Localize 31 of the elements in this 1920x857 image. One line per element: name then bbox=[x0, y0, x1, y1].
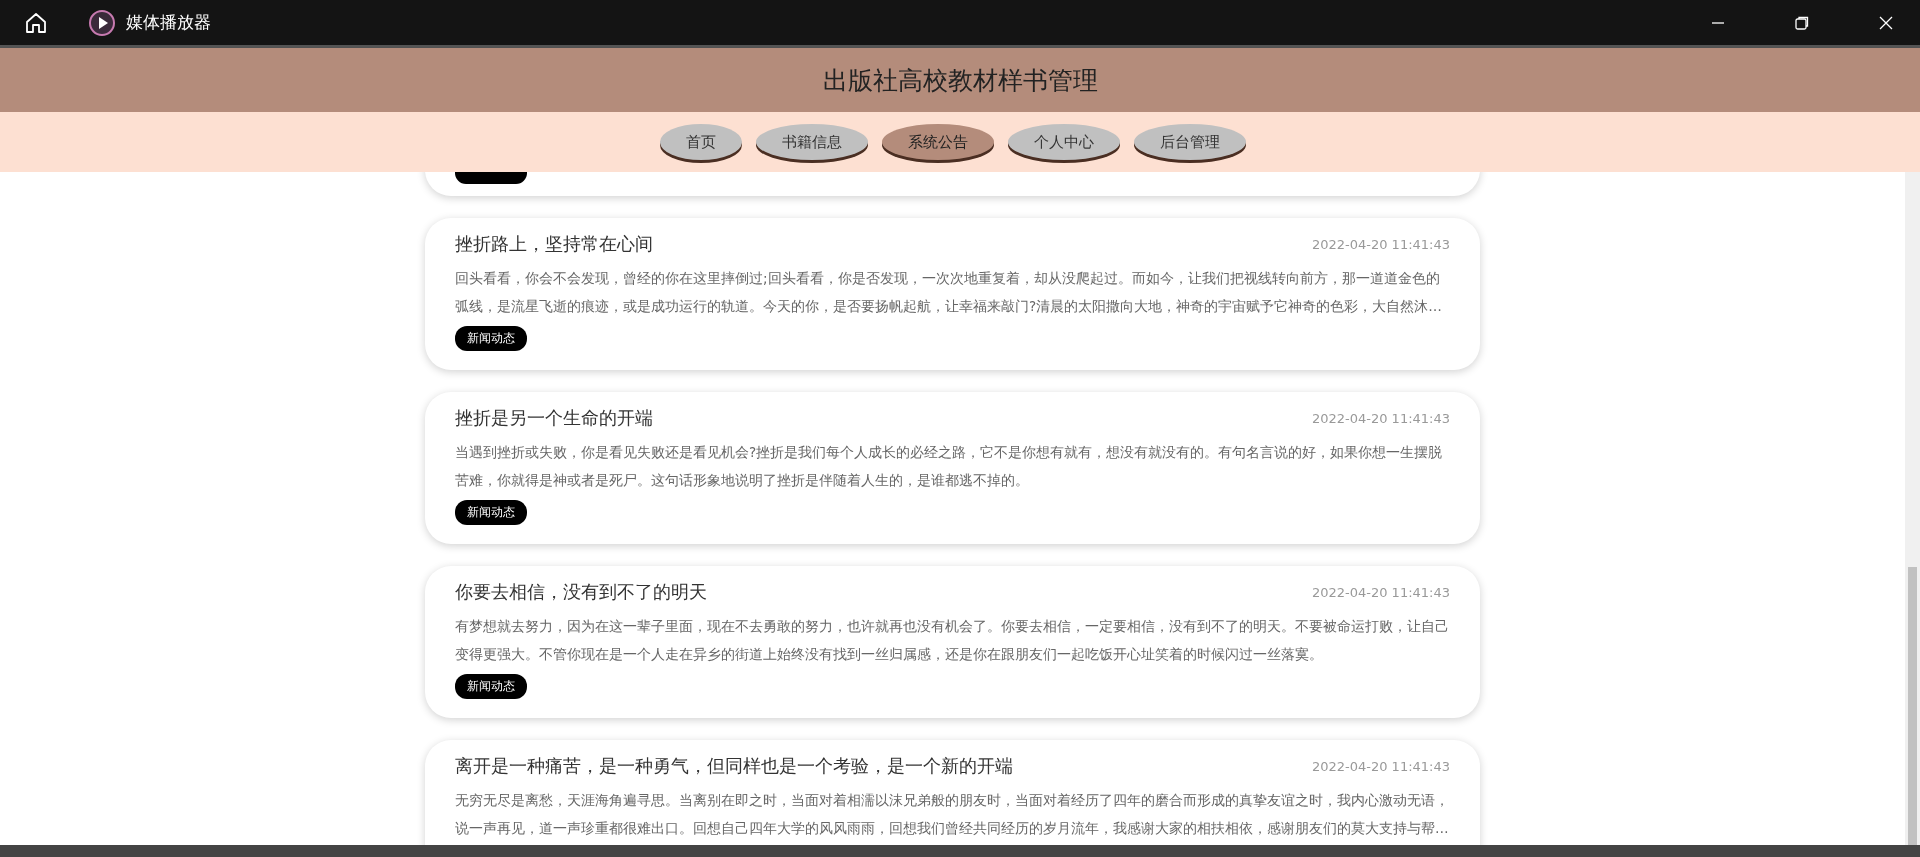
close-icon[interactable] bbox=[1878, 14, 1894, 31]
notice-card[interactable]: 挫折路上，坚持常在心间 2022-04-20 11:41:43 回头看看，你会不会发现，曾经的你在这里摔倒过;回头看看，你是否发现，一次次地重复着，却从没爬起过。而如今，让我们把视线转向前方，那一道道金色的弧线，是流星飞逝的痕迹，或是成功运行的轨道。今天的你，是否要扬帆起航，让幸福来敲门?清晨的太阳撒向大地，神奇的宇宙赋予它神奇的色彩，大自然沐… 新闻动态 bbox=[425, 218, 1480, 370]
notice-title: 离开是一种痛苦，是一种勇气，但同样也是一个考验，是一个新的开端 bbox=[455, 754, 1013, 778]
nav-tab[interactable]: 个人中心 bbox=[1008, 124, 1120, 160]
notice-title: 你要去相信，没有到不了的明天 bbox=[455, 580, 707, 604]
home-icon[interactable] bbox=[24, 10, 48, 35]
site-title: 出版社高校教材样书管理 bbox=[822, 64, 1098, 97]
window-title: 媒体播放器 bbox=[126, 11, 211, 34]
category-tag: 新闻动态 bbox=[455, 326, 527, 351]
nav-tab[interactable]: 后台管理 bbox=[1134, 124, 1246, 160]
notice-title: 挫折路上，坚持常在心间 bbox=[455, 232, 653, 256]
notice-excerpt: 有梦想就去努力，因为在这一辈子里面，现在不去勇敢的努力，也许就再也没有机会了。你要去相信，一定要相信，没有到不了的明天。不要被命运打败，让自己变得更强大。不管你现在是一个人走在异乡的街道上始终没有找到一丝归属感，还是你在跟朋友们一起吃饭开心址笑着的时候闪过一丝落寞。 bbox=[455, 617, 1450, 664]
notice-date: 2022-04-20 11:41:43 bbox=[1311, 584, 1450, 600]
notice-excerpt: 回头看看，你会不会发现，曾经的你在这里摔倒过;回头看看，你是否发现，一次次地重复着，却从没爬起过。而如今，让我们把视线转向前方，那一道道金色的弧线，是流星飞逝的痕迹，或是成功运行的轨道。今天的你，是否要扬帆起航，让幸福来敲门?清晨的太阳撒向大地，神奇的宇宙赋予它神奇的色彩，大自然沐… bbox=[455, 269, 1443, 316]
notice-date: 2022-04-20 11:41:43 bbox=[1311, 410, 1450, 426]
category-tag: 新闻动态 bbox=[455, 500, 527, 525]
category-tag: 新闻动态 bbox=[455, 674, 527, 699]
scrollbar[interactable] bbox=[1905, 172, 1920, 845]
play-icon bbox=[88, 8, 116, 37]
notice-excerpt: 无穷无尽是离愁，天涯海角遍寻思。当离别在即之时，当面对着相濡以沫兄弟般的朋友时，当面对着经历了四年的磨合而形成的真挚友谊之时，我内心激动无语，说一声再见，道一声珍重都很难出口。回想自己四年大学的风风雨雨，回想我们曾经共同经历的岁月流年，我感谢大家的相扶相依，感谢朋友们的莫大支持与帮… bbox=[455, 791, 1450, 838]
nav-tab[interactable]: 首页 bbox=[660, 124, 742, 160]
notice-card[interactable]: 离开是一种痛苦，是一种勇气，但同样也是一个考验，是一个新的开端 2022-04-20 11:41:43 无穷无尽是离愁，天涯海角遍寻思。当离别在即之时，当面对着相濡以沫兄弟般的朋友时，当面对着经历了四年的磨合而形成的真挚友谊之时，我内心激动无语，说一声再见，道一声珍重都很难出口。回想自己四年大学的风风雨雨，回想我们曾经共同经历的岁月流年，我感谢大家的相扶相依，感谢朋友们的莫大支持与帮… bbox=[425, 740, 1480, 845]
notice-date: 2022-04-20 11:41:43 bbox=[1311, 758, 1450, 774]
notice-card[interactable]: 你要去相信，没有到不了的明天 2022-04-20 11:41:43 有梦想就去努力，因为在这一辈子里面，现在不去勇敢的努力，也许就再也没有机会了。你要去相信，一定要相信，没有到不了的明天。不要被命运打败，让自己变得更强大。不管你现在是一个人走在异乡的街道上始终没有找到一丝归属感，还是你在跟朋友们一起吃饭开心址笑着的时候闪过一丝落寞。 新闻动态 bbox=[425, 566, 1480, 718]
nav-tab[interactable]: 系统公告 bbox=[882, 124, 994, 160]
nav-tab[interactable]: 书籍信息 bbox=[756, 124, 868, 160]
notice-excerpt: 当遇到挫折或失败，你是看见失败还是看见机会?挫折是我们每个人成长的必经之路，它不是你想有就有，想没有就没有的。有句名言说的好，如果你想一生摆脱苦难，你就得是神或者是死尸。这句话形象地说明了挫折是伴随着人生的，是谁都逃不掉的。 bbox=[455, 443, 1444, 490]
notice-date: 2022-04-20 11:41:43 bbox=[1311, 236, 1450, 252]
notice-card[interactable]: 挫折是另一个生命的开端 2022-04-20 11:41:43 当遇到挫折或失败，你是看见失败还是看见机会?挫折是我们每个人成长的必经之路，它不是你想有就有，想没有就没有的。有句名言说的好，如果你想一生摆脱苦难，你就得是神或者是死尸。这句话形象地说明了挫折是伴随着人生的，是谁都逃不掉的。 新闻动态 bbox=[425, 392, 1480, 544]
restore-icon[interactable] bbox=[1794, 14, 1810, 31]
notice-title: 挫折是另一个生命的开端 bbox=[455, 406, 653, 430]
